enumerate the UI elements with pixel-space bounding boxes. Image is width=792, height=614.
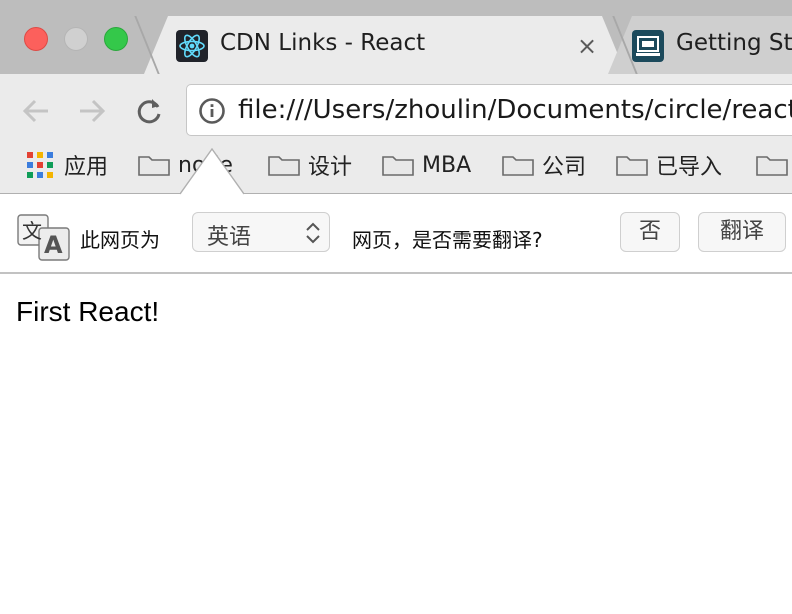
bookmark-folder-overflow[interactable]: [756, 149, 792, 181]
back-button[interactable]: [18, 93, 54, 129]
window-minimize-button[interactable]: [64, 27, 88, 51]
translate-prefix-text: 此网页为: [80, 228, 160, 252]
react-logo-icon: [176, 30, 208, 62]
translate-icon-zh-char: 文: [22, 219, 42, 243]
folder-icon: [756, 156, 788, 176]
translate-icon-en-char: A: [44, 231, 63, 259]
bookmark-folder-company[interactable]: 公司: [502, 149, 586, 181]
translate-icon: 文 A: [17, 214, 71, 262]
bookmark-label: 已导入: [656, 155, 723, 180]
reload-button[interactable]: [131, 93, 167, 129]
apps-grid-icon[interactable]: [27, 152, 53, 178]
bookmark-label: MBA: [422, 152, 472, 178]
folder-icon: [616, 156, 648, 176]
bookmark-folder-mba[interactable]: MBA: [382, 149, 471, 181]
folder-icon: [382, 156, 414, 176]
window-close-button[interactable]: [24, 27, 48, 51]
folder-icon: [138, 156, 170, 176]
folder-icon: [502, 156, 534, 176]
forward-arrow-icon: [80, 99, 106, 123]
translate-button[interactable]: 翻译: [698, 212, 786, 252]
bookmark-label: 公司: [542, 155, 587, 180]
forward-button[interactable]: [74, 93, 110, 129]
bookmark-folder-imported[interactable]: 已导入: [616, 149, 722, 181]
laptop-icon: [632, 30, 664, 62]
url-text[interactable]: file:///Users/zhoulin/Documents/circle/r…: [238, 95, 792, 125]
tab-title: CDN Links - React: [220, 30, 426, 56]
infobar-pointer-arrow: [180, 148, 244, 195]
reload-icon: [137, 99, 161, 124]
tab-title: Getting Sta: [676, 30, 792, 56]
bookmark-apps[interactable]: 应用: [64, 149, 108, 181]
back-arrow-icon: [22, 99, 48, 123]
language-select-value: 英语: [207, 225, 252, 250]
tab-close-icon[interactable]: ×: [574, 33, 600, 59]
no-translate-button[interactable]: 否: [620, 212, 680, 252]
page-heading-text: First React!: [16, 296, 160, 327]
select-stepper-icon: [306, 222, 320, 244]
window-maximize-button[interactable]: [104, 27, 128, 51]
language-select[interactable]: 英语: [192, 212, 330, 252]
bookmark-folder-design[interactable]: 设计: [268, 149, 352, 181]
bookmark-label: 应用: [64, 155, 109, 180]
translate-question-text: 网页，是否需要翻译?: [352, 228, 543, 252]
info-icon[interactable]: [198, 97, 226, 125]
folder-icon: [268, 156, 300, 176]
bookmark-label: 设计: [308, 155, 353, 180]
